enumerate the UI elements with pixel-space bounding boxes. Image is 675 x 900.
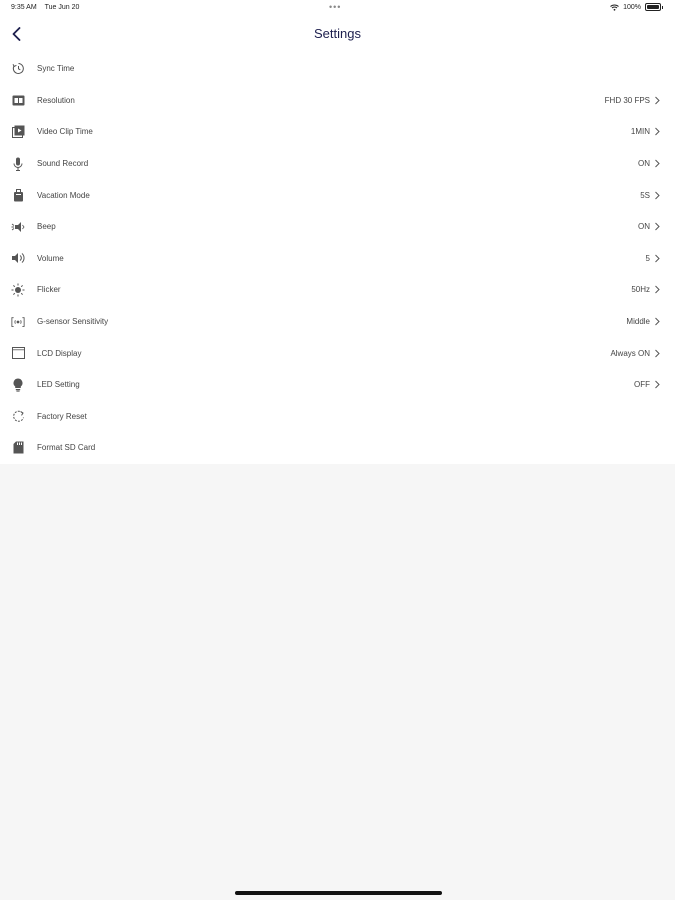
setting-value: 5 [645, 253, 650, 263]
navigation-bar: Settings [0, 17, 675, 51]
setting-value: OFF [634, 380, 650, 390]
home-indicator[interactable] [235, 891, 442, 895]
wifi-icon [610, 4, 619, 11]
chevron-right-icon [655, 380, 660, 389]
multitasking-dots[interactable]: ••• [329, 2, 341, 12]
setting-row-volume[interactable]: Volume 5 [0, 243, 675, 275]
setting-value: Middle [626, 317, 650, 327]
setting-label: G-sensor Sensitivity [37, 317, 109, 327]
battery-icon [645, 3, 661, 11]
microphone-icon [11, 157, 25, 171]
setting-value: FHD 30 FPS [604, 95, 650, 105]
setting-value: 50Hz [631, 285, 650, 295]
setting-label: Sync Time [37, 64, 75, 74]
chevron-right-icon [655, 159, 660, 168]
setting-label: Volume [37, 253, 64, 263]
chevron-right-icon [655, 317, 660, 326]
beep-speaker-icon [11, 220, 25, 234]
chevron-right-icon [655, 96, 660, 105]
g-sensor-icon [11, 315, 25, 329]
setting-row-g-sensor-sensitivity[interactable]: G-sensor Sensitivity Middle [0, 306, 675, 338]
suitcase-icon [11, 188, 25, 202]
chevron-right-icon [655, 191, 660, 200]
setting-row-resolution[interactable]: Resolution FHD 30 FPS [0, 85, 675, 117]
setting-value: Always ON [610, 348, 650, 358]
setting-row-format-sd-card[interactable]: Format SD Card [0, 432, 675, 464]
setting-label: Sound Record [37, 159, 89, 169]
setting-label: Beep [37, 222, 56, 232]
setting-label: Video Clip Time [37, 127, 93, 137]
setting-label: Vacation Mode [37, 190, 90, 200]
clock-sync-icon [11, 62, 25, 76]
setting-label: Resolution [37, 95, 75, 105]
chevron-right-icon [655, 128, 660, 136]
reset-icon [11, 409, 25, 423]
setting-label: Factory Reset [37, 411, 87, 421]
settings-screen: 9:35 AM Tue Jun 20 ••• 100% Settings Syn… [0, 0, 675, 900]
setting-value: ON [638, 222, 650, 232]
setting-value: 5S [640, 190, 650, 200]
status-time: 9:35 AM [11, 4, 37, 11]
sd-card-icon [11, 441, 25, 455]
page-title: Settings [314, 26, 361, 41]
setting-row-sound-record[interactable]: Sound Record ON [0, 148, 675, 180]
setting-row-sync-time[interactable]: Sync Time [0, 53, 675, 85]
setting-row-led-setting[interactable]: LED Setting OFF [0, 369, 675, 401]
battery-percent: 100% [623, 3, 641, 11]
video-clip-icon [11, 125, 25, 139]
setting-value: ON [638, 159, 650, 169]
setting-row-vacation-mode[interactable]: Vacation Mode 5S [0, 179, 675, 211]
setting-row-factory-reset[interactable]: Factory Reset [0, 401, 675, 433]
setting-row-video-clip-time[interactable]: Video Clip Time 1MIN [0, 116, 675, 148]
sun-icon [11, 283, 25, 297]
setting-row-beep[interactable]: Beep ON [0, 211, 675, 243]
setting-row-lcd-display[interactable]: LCD Display Always ON [0, 337, 675, 369]
setting-label: LED Setting [37, 380, 80, 390]
resolution-icon [11, 93, 25, 107]
setting-label: Format SD Card [37, 443, 96, 453]
setting-value: 1MIN [630, 127, 650, 137]
setting-label: LCD Display [37, 348, 82, 358]
status-bar: 9:35 AM Tue Jun 20 ••• 100% [0, 0, 675, 17]
chevron-right-icon [655, 286, 660, 294]
setting-label: Flicker [37, 285, 61, 295]
setting-row-flicker[interactable]: Flicker 50Hz [0, 274, 675, 306]
volume-icon [11, 251, 25, 265]
status-date: Tue Jun 20 [44, 4, 80, 11]
lcd-display-icon [11, 346, 25, 360]
settings-list: Sync Time Resolution FHD 30 FPS Video Cl… [0, 53, 675, 464]
led-bulb-icon [11, 378, 25, 392]
chevron-right-icon [655, 349, 660, 357]
chevron-right-icon [655, 222, 660, 231]
chevron-right-icon [655, 254, 660, 263]
